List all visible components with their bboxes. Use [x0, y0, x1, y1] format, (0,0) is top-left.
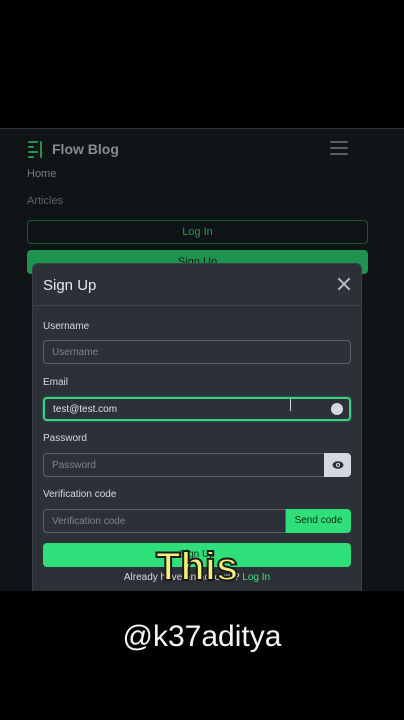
show-password-button[interactable] — [324, 453, 351, 477]
eye-icon — [332, 461, 343, 469]
verification-input[interactable] — [43, 509, 286, 533]
verification-label: Verification code — [43, 489, 117, 500]
send-code-button[interactable]: Send code — [286, 509, 351, 533]
username-label: Username — [43, 321, 90, 332]
email-label: Email — [43, 377, 69, 388]
close-icon[interactable] — [337, 277, 351, 291]
password-label: Password — [43, 433, 87, 444]
app-window: Flow Blog Home Articles Log In Sign Up S… — [0, 128, 404, 591]
video-caption: This — [155, 544, 239, 590]
modal-title: Sign Up — [43, 277, 97, 294]
signup-modal: Sign Up Username Email Password Verifica… — [33, 264, 361, 591]
mouse-cursor-icon — [288, 399, 294, 411]
username-input[interactable] — [43, 340, 351, 364]
video-frame: Flow Blog Home Articles Log In Sign Up S… — [0, 0, 404, 720]
password-input[interactable] — [43, 453, 325, 477]
email-input[interactable] — [43, 397, 351, 421]
autofill-icon[interactable] — [331, 403, 343, 415]
login-link[interactable]: Log In — [242, 572, 270, 583]
watermark-handle: @k37aditya — [122, 620, 282, 653]
modal-header: Sign Up — [33, 264, 361, 306]
